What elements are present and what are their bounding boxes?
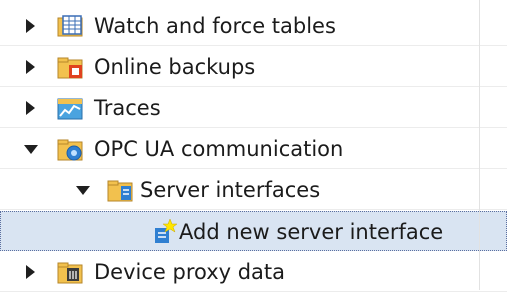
- expand-arrow-icon[interactable]: [24, 19, 37, 33]
- tree-item-server-interfaces[interactable]: Server interfaces: [0, 170, 507, 210]
- tree-item-label: Online backups: [94, 55, 256, 79]
- tree-item-opc-ua-communication[interactable]: OPC UA communication: [0, 129, 507, 169]
- column-divider: [479, 0, 480, 290]
- tree-item-add-new-server-interface[interactable]: Add new server interface: [0, 211, 507, 251]
- expand-arrow-icon[interactable]: [24, 101, 37, 115]
- tree-item-online-backups[interactable]: Online backups: [0, 47, 507, 87]
- expand-arrow-icon[interactable]: [24, 60, 37, 74]
- traces-icon: [56, 94, 84, 122]
- server-interface-folder-icon: [106, 176, 134, 204]
- tree-item-label: Watch and force tables: [94, 14, 336, 38]
- device-proxy-icon: [56, 258, 84, 286]
- watch-force-table-icon: [56, 12, 84, 40]
- project-tree: Watch and force tables Online backups Tr…: [0, 0, 507, 292]
- tree-item-label: Server interfaces: [140, 178, 321, 202]
- tree-item-label: OPC UA communication: [94, 137, 344, 161]
- tree-item-traces[interactable]: Traces: [0, 88, 507, 128]
- tree-item-label: Traces: [94, 96, 161, 120]
- tree-item-label: Device proxy data: [94, 260, 286, 284]
- opc-ua-icon: [56, 135, 84, 163]
- collapse-arrow-icon[interactable]: [76, 183, 90, 197]
- collapse-arrow-icon[interactable]: [24, 142, 38, 156]
- online-backup-icon: [56, 53, 84, 81]
- tree-item-watch-and-force-tables[interactable]: Watch and force tables: [0, 6, 507, 46]
- tree-item-label: Add new server interface: [179, 220, 444, 244]
- add-new-icon: [149, 218, 178, 246]
- tree-item-device-proxy-data[interactable]: Device proxy data: [0, 252, 507, 292]
- expand-arrow-icon[interactable]: [24, 265, 37, 279]
